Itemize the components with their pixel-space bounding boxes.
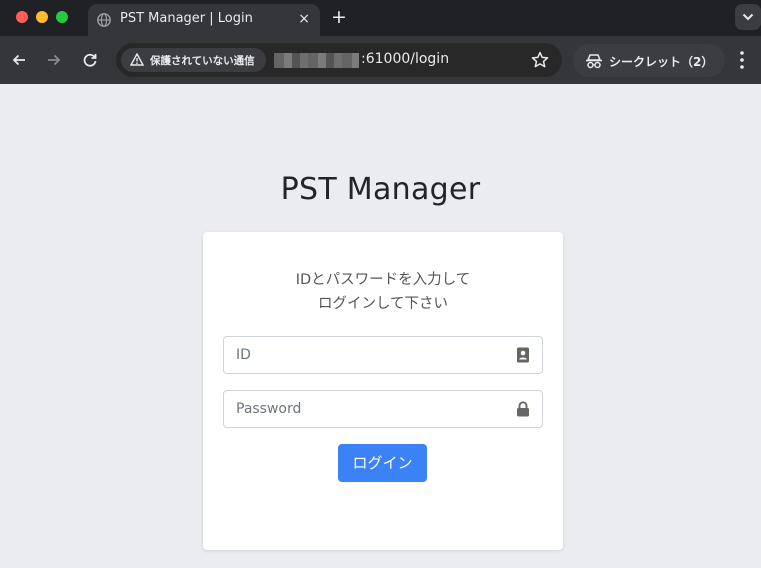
incognito-chip[interactable]: シークレット（2） (573, 44, 725, 77)
url-text[interactable]: :61000/login (361, 51, 449, 67)
instruction-line-2: ログインして下さい (317, 296, 449, 312)
browser-tab-bar: PST Manager | Login × + (0, 0, 761, 36)
id-field[interactable] (223, 336, 543, 374)
tab-search-button[interactable] (735, 4, 761, 30)
incognito-icon (586, 54, 602, 69)
minimize-window-button[interactable] (36, 11, 48, 23)
tab-close-icon[interactable]: × (298, 10, 310, 28)
reload-icon[interactable] (79, 49, 101, 71)
password-input[interactable] (224, 391, 514, 427)
login-card: IDとパスワードを入力して ログインして下さい ログイン (203, 232, 563, 550)
warning-icon (130, 53, 144, 66)
close-window-button[interactable] (16, 11, 28, 23)
lock-icon (516, 401, 530, 421)
contact-card-icon (516, 347, 530, 367)
login-button[interactable]: ログイン (338, 444, 427, 482)
globe-icon (97, 12, 111, 27)
blurred-host (274, 53, 359, 68)
address-bar[interactable]: 保護されていない通信 :61000/login (116, 43, 562, 77)
tab-title: PST Manager | Login (120, 11, 253, 26)
password-field[interactable] (223, 390, 543, 428)
more-menu-icon[interactable] (739, 50, 745, 74)
incognito-label: シークレット（2） (609, 55, 714, 69)
security-chip[interactable]: 保護されていない通信 (121, 48, 266, 72)
new-tab-button[interactable]: + (331, 5, 347, 29)
instruction-line-1: IDとパスワードを入力して (295, 272, 471, 288)
browser-tab[interactable]: PST Manager | Login × (88, 4, 320, 36)
back-icon[interactable] (8, 49, 30, 71)
login-instruction: IDとパスワードを入力して ログインして下さい (203, 268, 563, 316)
id-input[interactable] (224, 337, 514, 373)
maximize-window-button[interactable] (56, 11, 68, 23)
page-title: PST Manager (280, 172, 481, 207)
forward-icon[interactable] (43, 49, 65, 71)
bookmark-star-icon[interactable] (530, 50, 550, 74)
security-label: 保護されていない通信 (150, 55, 255, 67)
chevron-down-icon (742, 13, 754, 21)
browser-toolbar: 保護されていない通信 :61000/login シークレット（2） (0, 36, 761, 84)
